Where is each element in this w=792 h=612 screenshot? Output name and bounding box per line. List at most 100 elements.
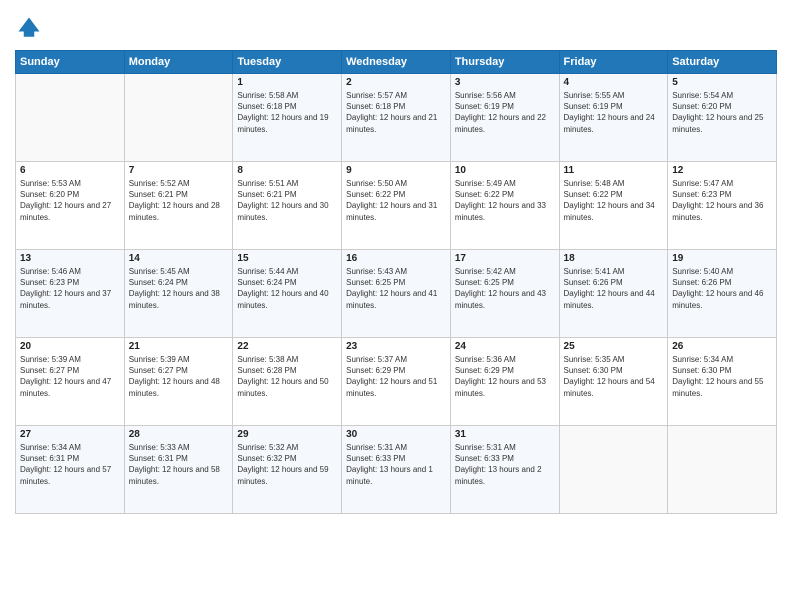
calendar-table: SundayMondayTuesdayWednesdayThursdayFrid… xyxy=(15,50,777,514)
day-number: 26 xyxy=(672,341,772,352)
day-number: 20 xyxy=(20,341,120,352)
calendar-cell: 15 Sunrise: 5:44 AM Sunset: 6:24 PM Dayli… xyxy=(233,250,342,338)
day-info: Sunrise: 5:50 AM Sunset: 6:22 PM Dayligh… xyxy=(346,178,446,223)
calendar-cell: 12 Sunrise: 5:47 AM Sunset: 6:23 PM Dayli… xyxy=(668,162,777,250)
day-info: Sunrise: 5:58 AM Sunset: 6:18 PM Dayligh… xyxy=(237,90,337,135)
day-info: Sunrise: 5:43 AM Sunset: 6:25 PM Dayligh… xyxy=(346,266,446,311)
calendar-body: 1 Sunrise: 5:58 AM Sunset: 6:18 PM Daylig… xyxy=(16,74,777,514)
calendar-cell: 1 Sunrise: 5:58 AM Sunset: 6:18 PM Daylig… xyxy=(233,74,342,162)
calendar-cell: 22 Sunrise: 5:38 AM Sunset: 6:28 PM Dayli… xyxy=(233,338,342,426)
day-number: 13 xyxy=(20,253,120,264)
weekday-header-sunday: Sunday xyxy=(16,51,125,74)
day-number: 27 xyxy=(20,429,120,440)
day-number: 29 xyxy=(237,429,337,440)
header-row: SundayMondayTuesdayWednesdayThursdayFrid… xyxy=(16,51,777,74)
calendar-cell: 3Sunrise: 5:56 AM Sunset: 6:19 PM Daylig… xyxy=(450,74,559,162)
calendar-cell: 14Sunrise: 5:45 AM Sunset: 6:24 PM Dayli… xyxy=(124,250,233,338)
day-info: Sunrise: 5:39 AM Sunset: 6:27 PM Dayligh… xyxy=(20,354,120,399)
day-number: 1 xyxy=(237,77,337,88)
day-number: 11 xyxy=(564,165,664,176)
day-info: Sunrise: 5:51 AM Sunset: 6:21 PM Dayligh… xyxy=(237,178,337,223)
day-info: Sunrise: 5:31 AM Sunset: 6:33 PM Dayligh… xyxy=(346,442,446,487)
day-info: Sunrise: 5:42 AM Sunset: 6:25 PM Dayligh… xyxy=(455,266,555,311)
calendar-week-2: 6 Sunrise: 5:53 AM Sunset: 6:20 PM Daylig… xyxy=(16,162,777,250)
calendar-cell: 25Sunrise: 5:35 AM Sunset: 6:30 PM Dayli… xyxy=(559,338,668,426)
calendar-cell xyxy=(124,74,233,162)
day-info: Sunrise: 5:34 AM Sunset: 6:30 PM Dayligh… xyxy=(672,354,772,399)
calendar-cell: 30 Sunrise: 5:31 AM Sunset: 6:33 PM Dayli… xyxy=(342,426,451,514)
day-number: 31 xyxy=(455,429,555,440)
weekday-header-tuesday: Tuesday xyxy=(233,51,342,74)
day-number: 28 xyxy=(129,429,229,440)
day-info: Sunrise: 5:34 AM Sunset: 6:31 PM Dayligh… xyxy=(20,442,120,487)
day-info: Sunrise: 5:54 AM Sunset: 6:20 PM Dayligh… xyxy=(672,90,772,135)
day-info: Sunrise: 5:38 AM Sunset: 6:28 PM Dayligh… xyxy=(237,354,337,399)
day-info: Sunrise: 5:57 AM Sunset: 6:18 PM Dayligh… xyxy=(346,90,446,135)
day-number: 8 xyxy=(237,165,337,176)
calendar-cell: 23Sunrise: 5:37 AM Sunset: 6:29 PM Dayli… xyxy=(342,338,451,426)
calendar-cell: 19 Sunrise: 5:40 AM Sunset: 6:26 PM Dayli… xyxy=(668,250,777,338)
day-number: 15 xyxy=(237,253,337,264)
calendar-cell: 28 Sunrise: 5:33 AM Sunset: 6:31 PM Dayli… xyxy=(124,426,233,514)
calendar-cell xyxy=(668,426,777,514)
calendar-week-3: 13Sunrise: 5:46 AM Sunset: 6:23 PM Dayli… xyxy=(16,250,777,338)
calendar-cell: 21Sunrise: 5:39 AM Sunset: 6:27 PM Dayli… xyxy=(124,338,233,426)
day-number: 23 xyxy=(346,341,446,352)
day-number: 22 xyxy=(237,341,337,352)
calendar-cell xyxy=(559,426,668,514)
day-info: Sunrise: 5:53 AM Sunset: 6:20 PM Dayligh… xyxy=(20,178,120,223)
logo-icon xyxy=(15,14,43,42)
day-info: Sunrise: 5:31 AM Sunset: 6:33 PM Dayligh… xyxy=(455,442,555,487)
calendar-week-5: 27 Sunrise: 5:34 AM Sunset: 6:31 PM Dayli… xyxy=(16,426,777,514)
calendar-cell: 29 Sunrise: 5:32 AM Sunset: 6:32 PM Dayli… xyxy=(233,426,342,514)
header xyxy=(15,10,777,42)
day-info: Sunrise: 5:45 AM Sunset: 6:24 PM Dayligh… xyxy=(129,266,229,311)
day-info: Sunrise: 5:55 AM Sunset: 6:19 PM Dayligh… xyxy=(564,90,664,135)
day-info: Sunrise: 5:44 AM Sunset: 6:24 PM Dayligh… xyxy=(237,266,337,311)
day-number: 30 xyxy=(346,429,446,440)
calendar-cell: 9 Sunrise: 5:50 AM Sunset: 6:22 PM Daylig… xyxy=(342,162,451,250)
day-info: Sunrise: 5:33 AM Sunset: 6:31 PM Dayligh… xyxy=(129,442,229,487)
day-number: 9 xyxy=(346,165,446,176)
weekday-header-monday: Monday xyxy=(124,51,233,74)
calendar-cell: 10Sunrise: 5:49 AM Sunset: 6:22 PM Dayli… xyxy=(450,162,559,250)
day-number: 7 xyxy=(129,165,229,176)
calendar-cell: 2 Sunrise: 5:57 AM Sunset: 6:18 PM Daylig… xyxy=(342,74,451,162)
weekday-header-wednesday: Wednesday xyxy=(342,51,451,74)
calendar-week-4: 20 Sunrise: 5:39 AM Sunset: 6:27 PM Dayli… xyxy=(16,338,777,426)
calendar-cell: 20 Sunrise: 5:39 AM Sunset: 6:27 PM Dayli… xyxy=(16,338,125,426)
calendar-cell xyxy=(16,74,125,162)
day-info: Sunrise: 5:56 AM Sunset: 6:19 PM Dayligh… xyxy=(455,90,555,135)
day-number: 25 xyxy=(564,341,664,352)
day-number: 12 xyxy=(672,165,772,176)
day-number: 24 xyxy=(455,341,555,352)
day-info: Sunrise: 5:49 AM Sunset: 6:22 PM Dayligh… xyxy=(455,178,555,223)
calendar-cell: 27 Sunrise: 5:34 AM Sunset: 6:31 PM Dayli… xyxy=(16,426,125,514)
calendar-cell: 13Sunrise: 5:46 AM Sunset: 6:23 PM Dayli… xyxy=(16,250,125,338)
day-info: Sunrise: 5:39 AM Sunset: 6:27 PM Dayligh… xyxy=(129,354,229,399)
day-info: Sunrise: 5:40 AM Sunset: 6:26 PM Dayligh… xyxy=(672,266,772,311)
day-info: Sunrise: 5:32 AM Sunset: 6:32 PM Dayligh… xyxy=(237,442,337,487)
day-info: Sunrise: 5:48 AM Sunset: 6:22 PM Dayligh… xyxy=(564,178,664,223)
calendar-cell: 26 Sunrise: 5:34 AM Sunset: 6:30 PM Dayli… xyxy=(668,338,777,426)
day-number: 17 xyxy=(455,253,555,264)
calendar-cell: 11 Sunrise: 5:48 AM Sunset: 6:22 PM Dayli… xyxy=(559,162,668,250)
calendar-cell: 6 Sunrise: 5:53 AM Sunset: 6:20 PM Daylig… xyxy=(16,162,125,250)
day-info: Sunrise: 5:41 AM Sunset: 6:26 PM Dayligh… xyxy=(564,266,664,311)
calendar-cell: 31 Sunrise: 5:31 AM Sunset: 6:33 PM Dayli… xyxy=(450,426,559,514)
day-number: 5 xyxy=(672,77,772,88)
day-number: 4 xyxy=(564,77,664,88)
day-number: 6 xyxy=(20,165,120,176)
calendar-cell: 8 Sunrise: 5:51 AM Sunset: 6:21 PM Daylig… xyxy=(233,162,342,250)
day-number: 2 xyxy=(346,77,446,88)
day-number: 16 xyxy=(346,253,446,264)
weekday-header-saturday: Saturday xyxy=(668,51,777,74)
calendar-cell: 4 Sunrise: 5:55 AM Sunset: 6:19 PM Daylig… xyxy=(559,74,668,162)
page: SundayMondayTuesdayWednesdayThursdayFrid… xyxy=(0,0,792,612)
day-info: Sunrise: 5:47 AM Sunset: 6:23 PM Dayligh… xyxy=(672,178,772,223)
calendar-week-1: 1 Sunrise: 5:58 AM Sunset: 6:18 PM Daylig… xyxy=(16,74,777,162)
day-info: Sunrise: 5:52 AM Sunset: 6:21 PM Dayligh… xyxy=(129,178,229,223)
day-number: 19 xyxy=(672,253,772,264)
calendar-cell: 5 Sunrise: 5:54 AM Sunset: 6:20 PM Daylig… xyxy=(668,74,777,162)
logo xyxy=(15,14,47,42)
